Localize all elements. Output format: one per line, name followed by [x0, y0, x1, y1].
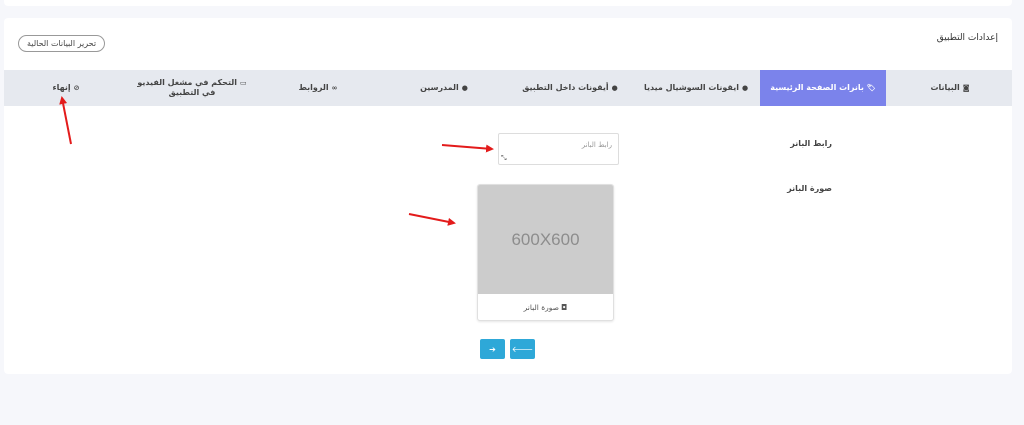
resize-handle-icon[interactable]: ⤡ [501, 154, 507, 163]
banner-link-placeholder: رابط البانر [581, 141, 612, 149]
tab-label: الروابط [298, 83, 329, 92]
tab-finish[interactable]: ⊘ إنهاء [4, 70, 128, 106]
link-icon: ∞ [331, 84, 338, 92]
tab-teachers[interactable]: ● المدرسين [382, 70, 506, 106]
tab-label: المدرسين [420, 83, 459, 92]
tab-social-icons[interactable]: ● ايقونات السوشيال ميديا [634, 70, 758, 106]
edit-current-data-button[interactable]: تحرير البيانات الحالية [18, 35, 106, 52]
page-title: إعدادات التطبيق [936, 33, 998, 43]
tab-video-player[interactable]: ▭التحكم في مشغل الفيديو في التطبيق [130, 70, 254, 106]
previous-button[interactable]: 🡐 [510, 339, 535, 359]
tab-home-banners[interactable]: 🏷 بانرات الصفحة الرئيسية [760, 70, 886, 106]
info-icon: ● [611, 84, 618, 92]
database-icon: ◙ [962, 84, 970, 92]
image-caption-text: صورة البانر [523, 303, 559, 312]
user-icon: ● [461, 84, 468, 92]
tab-bar: ◙ البيانات 🏷 بانرات الصفحة الرئيسية ● ايقون… [4, 70, 1012, 106]
video-icon: ▭ [239, 79, 247, 87]
camera-icon: ◘ [561, 303, 568, 312]
next-button[interactable]: ➔ [480, 339, 505, 359]
arrow-left-icon: 🡐 [511, 345, 534, 354]
info-icon: ● [741, 84, 749, 92]
arrow-right-icon: ➔ [489, 344, 496, 354]
tab-label: بانرات الصفحة الرئيسية [770, 83, 864, 92]
image-caption: ◘ صورة البانر [478, 294, 613, 320]
tag-icon: 🏷 [866, 84, 876, 92]
settings-card: إعدادات التطبيق تحرير البيانات الحالية ◙… [4, 18, 1012, 374]
tab-label: ايقونات السوشيال ميديا [643, 83, 739, 92]
tab-label: أيقونات داخل التطبيق [522, 83, 609, 92]
top-strip [4, 0, 1012, 6]
tab-app-icons[interactable]: ● أيقونات داخل التطبيق [508, 70, 632, 106]
banner-link-label: رابط البانر [790, 139, 832, 148]
tab-label: التحكم في مشغل الفيديو في التطبيق [137, 78, 237, 97]
tab-label: إنهاء [52, 83, 71, 92]
tab-label: البيانات [930, 83, 960, 92]
image-placeholder: 600X600 [478, 185, 613, 294]
banner-image-upload[interactable]: 600X600 ◘ صورة البانر [477, 184, 614, 321]
banner-link-input[interactable]: رابط البانر ⤡ [498, 133, 619, 165]
tab-data[interactable]: ◙ البيانات [888, 70, 1012, 106]
banner-image-label: صورة البانر [787, 184, 832, 193]
check-circle-icon: ⊘ [73, 84, 80, 92]
tab-links[interactable]: ∞ الروابط [256, 70, 380, 106]
